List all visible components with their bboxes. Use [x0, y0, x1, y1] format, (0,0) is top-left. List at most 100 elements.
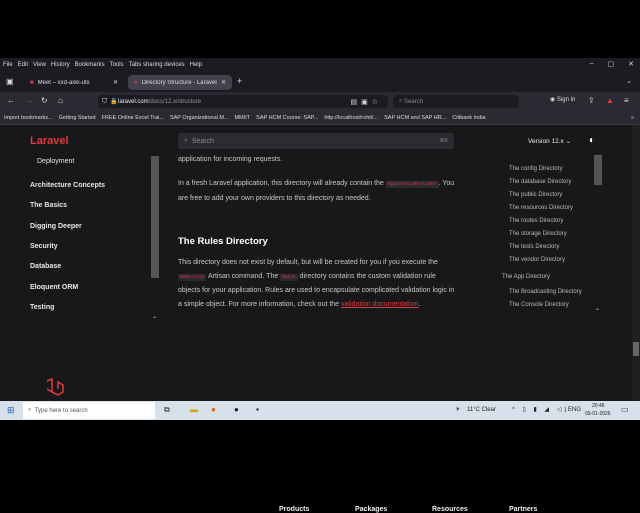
paragraph: This directory does not exist by default… [178, 259, 455, 308]
laravel-logo-icon[interactable] [45, 378, 65, 398]
toc-item[interactable]: The tests Directory [509, 244, 559, 250]
docs-search-input[interactable]: ⌕ Search ⌘K [178, 133, 454, 149]
version-select[interactable]: Version 12.x ⌄ [528, 137, 571, 145]
sidebar-scrollbar[interactable] [151, 156, 159, 278]
url-path: /docs/12.x/structure [148, 98, 202, 105]
toc-scroll-down-icon[interactable]: ⌄ [595, 305, 600, 312]
terminal-icon[interactable]: ▪ [256, 405, 259, 414]
bookmark-item[interactable]: SAP HCM and SAP HR... [384, 115, 446, 121]
toc-item[interactable]: The Console Directory [509, 302, 569, 308]
firefox-icon[interactable]: ● [211, 405, 216, 414]
bookmark-item[interactable]: FREE Online Excel Trai... [102, 115, 164, 121]
tab-meet[interactable]: ■ Meet – xxd-axki-utx ✕ [24, 75, 124, 90]
url-domain: laravel.com [118, 98, 149, 105]
new-tab-button[interactable]: + [237, 76, 242, 86]
footer-products[interactable]: Products [279, 506, 309, 513]
sidebar-item-digging-deeper[interactable]: Digging Deeper [30, 223, 82, 230]
footer-packages[interactable]: Packages [355, 506, 387, 513]
bookmark-item[interactable]: Getting Started [59, 115, 96, 121]
menu-help[interactable]: Help [190, 62, 202, 68]
laravel-logo[interactable]: Laravel [30, 135, 69, 147]
bookmark-item[interactable]: SAP Organizational M... [170, 115, 229, 121]
menu-history[interactable]: History [51, 62, 70, 68]
reload-button[interactable]: ↻ [41, 96, 48, 105]
windows-start-icon[interactable]: ⊞ [7, 405, 15, 416]
page-scrollbar[interactable] [632, 125, 640, 401]
toc-item[interactable]: The vendor Directory [509, 257, 565, 263]
bookmark-item[interactable]: MMIIT [235, 115, 251, 121]
language-indicator[interactable]: ENG [568, 407, 581, 413]
task-view-icon[interactable]: ⧉ [164, 405, 170, 415]
tab-close-icon[interactable]: ✕ [113, 79, 118, 86]
extension-icon[interactable]: ▲ [606, 96, 614, 105]
menu-bookmarks[interactable]: Bookmarks [75, 62, 105, 68]
toc-item[interactable]: The config Directory [509, 166, 563, 172]
footer-partners[interactable]: Partners [509, 506, 537, 513]
clock-date[interactable]: 09-01-2026 [585, 411, 611, 417]
system-tray-icons[interactable]: ^ ▯ ▮ ◢ ◁) [512, 406, 569, 413]
close-window-button[interactable]: ✕ [628, 60, 634, 68]
toc-item[interactable]: The Broadcasting Directory [509, 289, 582, 295]
toc-item[interactable]: The database Directory [509, 179, 571, 185]
sidebar-item-eloquent[interactable]: Eloquent ORM [30, 284, 78, 291]
validation-docs-link[interactable]: validation documentation [341, 301, 418, 308]
meet-favicon-icon: ■ [30, 79, 34, 86]
search-placeholder: Search [191, 137, 214, 145]
sidebar-item-basics[interactable]: The Basics [30, 202, 67, 209]
toc-item[interactable]: The App Directory [502, 274, 550, 280]
tab-list-icon[interactable]: ▣ [6, 77, 14, 86]
home-button[interactable]: ⌂ [58, 96, 63, 105]
inline-code: AppServiceProvider [385, 181, 439, 188]
sidebar-item-architecture[interactable]: Architecture Concepts [30, 182, 105, 189]
sidebar-item-database[interactable]: Database [30, 263, 61, 270]
tab-label: Meet – xxd-axki-utx [37, 79, 90, 86]
forward-button[interactable]: → [25, 96, 33, 105]
file-explorer-icon[interactable]: ▬ [190, 405, 198, 414]
theme-toggle-icon[interactable]: ◐ [589, 135, 595, 146]
toc-item[interactable]: The storage Directory [509, 231, 567, 237]
share-icon[interactable]: ⇪ [588, 96, 595, 105]
back-button[interactable]: ← [7, 96, 15, 105]
bookmark-item[interactable]: Import bookmarks... [4, 115, 53, 121]
tab-label: Directory Structure - Laravel 12.x [141, 79, 217, 86]
bookmark-item[interactable]: SAP HCM Course: SAP... [256, 115, 318, 121]
menu-tools[interactable]: Tools [110, 62, 124, 68]
tab-directory-structure[interactable]: ● Directory Structure - Laravel 12.x ✕ [128, 75, 232, 90]
bookmark-item[interactable]: Citibank India [452, 115, 485, 121]
window-controls: – ▢ ✕ [590, 60, 634, 68]
web-page: Laravel ⌕ Search ⌘K Version 12.x ⌄ ◐ Depl… [0, 125, 632, 513]
more-bookmarks-icon[interactable]: » [631, 115, 634, 121]
hamburger-menu-icon[interactable]: ≡ [624, 96, 629, 105]
sidebar-item-security[interactable]: Security [30, 243, 58, 250]
minimize-button[interactable]: – [590, 60, 594, 68]
reader-bookmark-icons[interactable]: ▤▣☆ [350, 98, 382, 106]
menu-edit[interactable]: Edit [18, 62, 28, 68]
toc-item[interactable]: The public Directory [509, 192, 562, 198]
weather-icon: ☀ [455, 407, 461, 413]
menu-view[interactable]: View [33, 62, 46, 68]
taskbar-search-input[interactable]: ⌕ Type here to search [23, 402, 155, 419]
menu-tabs-sharing[interactable]: Tabs sharing devices [129, 62, 185, 68]
sidebar-scroll-down-icon[interactable]: ⌄ [152, 313, 157, 320]
tab-close-icon[interactable]: ✕ [221, 79, 226, 86]
menu-file[interactable]: File [3, 62, 13, 68]
toc-item[interactable]: The routes Directory [509, 218, 563, 224]
app-icon[interactable]: ● [234, 405, 239, 414]
nav-bar: ← → ↻ ⌂ ⛉ 🔒 laravel.com/docs/12.x/struct… [0, 92, 640, 111]
maximize-button[interactable]: ▢ [608, 60, 615, 68]
sidebar-sub-deployment[interactable]: Deployment [37, 158, 74, 165]
sign-in-label: Sign in [556, 97, 576, 103]
sign-in-button[interactable]: ◉ Sign in [550, 96, 575, 103]
notifications-icon[interactable]: ▭ [621, 405, 629, 414]
weather-text[interactable]: 11°C Clear [467, 407, 496, 413]
toc-item[interactable]: The resources Directory [509, 205, 573, 211]
browser-search-input[interactable]: ⌕ Search [393, 95, 519, 108]
url-bar[interactable]: ⛉ 🔒 laravel.com/docs/12.x/structure ▤▣☆ [98, 95, 388, 108]
footer-resources[interactable]: Resources [432, 506, 468, 513]
inline-code: Rules [280, 273, 298, 281]
bookmark-item[interactable]: http://localhost/rohit/... [324, 115, 378, 121]
chevron-down-icon[interactable]: ⌄ [626, 77, 632, 85]
clock-time[interactable]: 20:46 [592, 403, 605, 409]
sidebar-item-testing[interactable]: Testing [30, 304, 54, 311]
toc-scrollbar[interactable] [594, 155, 602, 185]
